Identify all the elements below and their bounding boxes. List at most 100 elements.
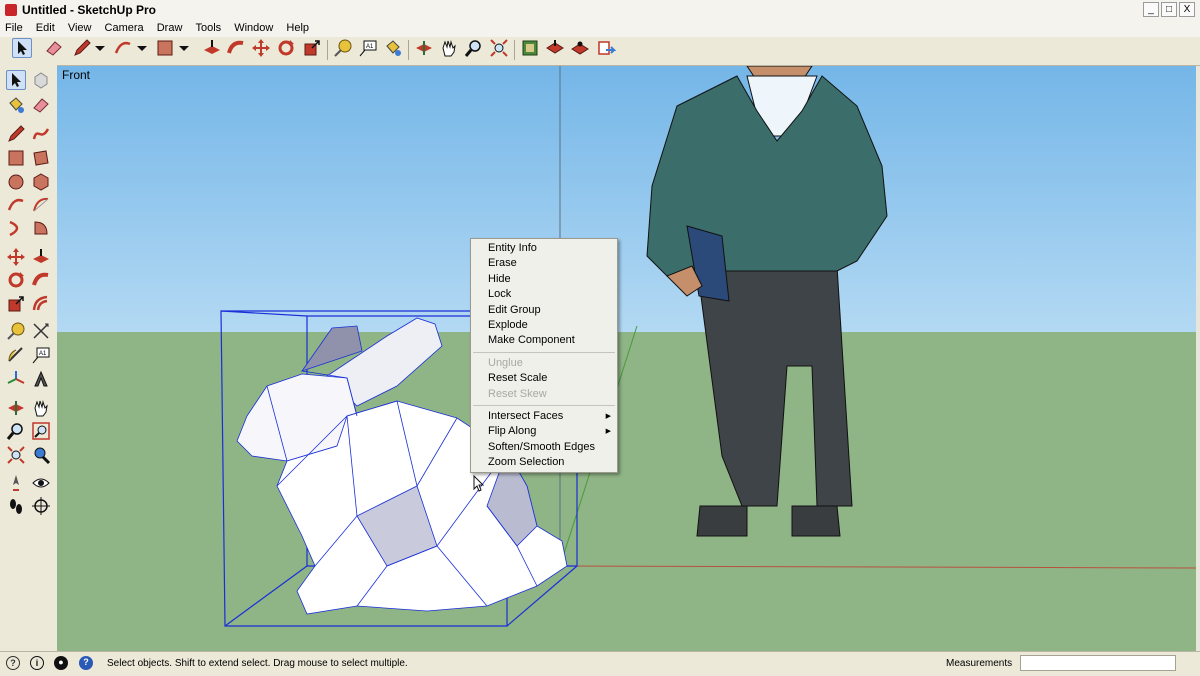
select-tool-button[interactable] xyxy=(6,70,26,90)
pencil-tool-button[interactable] xyxy=(72,38,92,58)
walk-tool-button[interactable] xyxy=(6,496,26,516)
text-tool-button[interactable]: A1 xyxy=(31,345,51,365)
menu-edit[interactable]: Edit xyxy=(31,20,60,34)
menu-view[interactable]: View xyxy=(63,20,97,34)
close-button[interactable]: X xyxy=(1179,2,1195,17)
geo-location-icon[interactable]: ? xyxy=(6,656,20,670)
menu-window[interactable]: Window xyxy=(229,20,278,34)
axes-tool-button[interactable] xyxy=(6,369,26,389)
line-tool-button[interactable] xyxy=(6,124,26,144)
svg-text:A1: A1 xyxy=(39,351,47,357)
arc-dropdown[interactable] xyxy=(136,38,148,58)
menu-camera[interactable]: Camera xyxy=(100,20,149,34)
position-camera-tool-button[interactable] xyxy=(6,473,26,493)
follow-me-tool-button[interactable] xyxy=(31,270,51,290)
zoom-window-icon xyxy=(32,422,50,440)
two-point-arc-tool-button[interactable] xyxy=(31,195,51,215)
pan-tool-button[interactable] xyxy=(31,398,51,418)
menu-item-intersect-faces[interactable]: Intersect Faces ▶ xyxy=(471,409,617,424)
select-tool-button[interactable] xyxy=(12,38,32,58)
protractor-tool-button[interactable] xyxy=(6,345,26,365)
eraser-tool-button[interactable] xyxy=(44,38,64,58)
menu-item-make-component[interactable]: Make Component xyxy=(471,333,617,348)
zoom-window-tool-button[interactable] xyxy=(31,421,51,441)
arc-tool-button[interactable] xyxy=(113,38,133,58)
dimension-icon xyxy=(33,323,49,339)
menu-item-hide[interactable]: Hide xyxy=(471,272,617,287)
circle-tool-button[interactable] xyxy=(6,172,26,192)
zoom-extents-tool-button[interactable] xyxy=(489,38,509,58)
zoom-extents-tool-button[interactable] xyxy=(6,445,26,465)
three-point-arc-tool-button[interactable] xyxy=(6,218,26,238)
minimize-button[interactable]: _ xyxy=(1143,2,1159,17)
mouse-cursor-icon xyxy=(473,475,485,492)
push-pull-tool-button[interactable] xyxy=(202,38,222,58)
maximize-button[interactable]: □ xyxy=(1161,2,1177,17)
look-around-tool-button[interactable] xyxy=(31,473,51,493)
zoom-tool-button[interactable] xyxy=(6,421,26,441)
rotate-tool-button[interactable] xyxy=(6,270,26,290)
menu-tools[interactable]: Tools xyxy=(190,20,226,34)
move-tool-button[interactable] xyxy=(251,38,271,58)
tape-measure-tool-button[interactable] xyxy=(333,38,353,58)
text-tool-button[interactable]: A1 xyxy=(358,38,378,58)
rectangle-tool-button[interactable] xyxy=(6,148,26,168)
rectangle-tool-button[interactable] xyxy=(155,38,175,58)
menu-item-reset-scale[interactable]: Reset Scale xyxy=(471,371,617,386)
send-to-layout-icon xyxy=(598,41,617,55)
extension-warehouse-button[interactable] xyxy=(570,38,590,58)
measurements-input[interactable] xyxy=(1020,655,1176,671)
menu-help[interactable]: Help xyxy=(281,20,314,34)
share-model-button[interactable] xyxy=(545,38,565,58)
help-icon[interactable]: ? xyxy=(79,656,93,670)
orbit-tool-button[interactable] xyxy=(414,38,434,58)
paint-bucket-tool-button[interactable] xyxy=(383,38,403,58)
arc-tool-button[interactable] xyxy=(6,195,26,215)
scale-tool-button[interactable] xyxy=(302,38,322,58)
rotated-rectangle-tool-button[interactable] xyxy=(31,148,51,168)
rectangle-dropdown[interactable] xyxy=(178,38,190,58)
menu-item-edit-group[interactable]: Edit Group xyxy=(471,303,617,318)
freehand-tool-button[interactable] xyxy=(31,124,51,144)
menu-item-flip-along[interactable]: Flip Along ▶ xyxy=(471,424,617,439)
3d-text-tool-button[interactable] xyxy=(31,369,51,389)
pan-tool-button[interactable] xyxy=(439,38,459,58)
zoom-tool-button[interactable] xyxy=(464,38,484,58)
pencil-dropdown[interactable] xyxy=(94,38,106,58)
menu-item-explode[interactable]: Explode xyxy=(471,318,617,333)
rotate-tool-button[interactable] xyxy=(276,38,296,58)
menu-draw[interactable]: Draw xyxy=(152,20,188,34)
tape-measure-tool-button[interactable] xyxy=(6,321,26,341)
dimension-tool-button[interactable] xyxy=(31,321,51,341)
protractor-icon xyxy=(8,347,23,362)
offset-tool-button[interactable] xyxy=(31,294,51,314)
freehand-icon xyxy=(32,128,50,140)
menu-file[interactable]: File xyxy=(0,20,28,34)
orbit-tool-button[interactable] xyxy=(6,398,26,418)
menu-item-erase[interactable]: Erase xyxy=(471,256,617,271)
send-to-layout-button[interactable] xyxy=(596,38,617,58)
menu-item-entity-info[interactable]: Entity Info xyxy=(471,241,617,256)
section-plane-icon xyxy=(32,497,50,515)
scale-tool-button[interactable] xyxy=(6,294,26,314)
warehouse-button[interactable] xyxy=(520,38,540,58)
credits-icon[interactable]: i xyxy=(30,656,44,670)
component-tool-button[interactable] xyxy=(31,70,51,90)
chevron-down-icon xyxy=(179,46,189,51)
move-tool-button[interactable] xyxy=(6,247,26,267)
user-account-icon[interactable]: ● xyxy=(54,656,68,670)
menu-item-soften-smooth-edges[interactable]: Soften/Smooth Edges xyxy=(471,440,617,455)
polygon-tool-button[interactable] xyxy=(31,172,51,192)
paint-bucket-tool-button[interactable] xyxy=(6,95,26,115)
section-plane-tool-button[interactable] xyxy=(31,496,51,516)
pie-tool-button[interactable] xyxy=(31,218,51,238)
zoom-icon xyxy=(6,423,23,440)
model-viewport[interactable]: Front xyxy=(57,66,1200,651)
eraser-tool-button[interactable] xyxy=(31,95,51,115)
follow-me-tool-button[interactable] xyxy=(226,38,246,58)
push-pull-tool-button[interactable] xyxy=(31,247,51,267)
menu-item-zoom-selection[interactable]: Zoom Selection xyxy=(471,455,617,470)
zoom-extents-icon xyxy=(490,39,508,57)
menu-item-lock[interactable]: Lock xyxy=(471,287,617,302)
previous-view-tool-button[interactable] xyxy=(31,445,51,465)
